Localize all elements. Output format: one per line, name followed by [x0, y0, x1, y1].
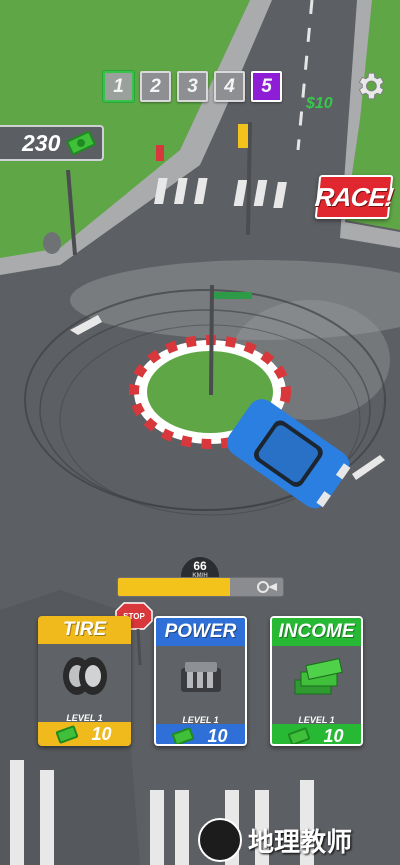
- level-1-button[interactable]: 1: [103, 71, 134, 102]
- level-selector: 1 2 3 4 5: [103, 71, 282, 102]
- power-card-header: POWER: [156, 618, 245, 646]
- cash-icon: [66, 130, 97, 156]
- watermark: 地理教师: [198, 818, 352, 862]
- engine-icon: [180, 662, 221, 692]
- speed-bar-fill: [118, 578, 231, 596]
- globe-logo-icon: [198, 818, 242, 862]
- speed-bar: [117, 577, 284, 597]
- speedometer-icon: [257, 581, 277, 593]
- trash-can: [43, 232, 61, 254]
- power-card-cost: 10: [156, 724, 245, 746]
- income-card-level: LEVEL 1: [272, 710, 361, 725]
- power-card-title: POWER: [164, 621, 237, 642]
- money-amount: 230: [22, 129, 61, 156]
- cash-icon: [55, 724, 80, 744]
- fire-hydrant: [156, 145, 164, 161]
- tire-upgrade-card[interactable]: TIRE LEVEL 1 10: [38, 616, 131, 746]
- income-level-label: LEVEL 1: [298, 715, 335, 725]
- traffic-pole: [246, 121, 252, 236]
- tire-icon: [62, 657, 107, 695]
- income-card-image: [272, 646, 361, 710]
- level-5-button[interactable]: 5: [251, 71, 282, 102]
- power-card-image: [156, 646, 245, 710]
- income-cost-value: 10: [323, 725, 344, 746]
- power-cost-value: 10: [207, 725, 228, 746]
- stop-sign-pole: [136, 628, 142, 666]
- watermark-text: 地理教师: [248, 827, 353, 858]
- floating-money: $10: [305, 95, 333, 112]
- tire-card-title: TIRE: [62, 619, 107, 640]
- speed-value: 66: [193, 559, 207, 573]
- level-3-button[interactable]: 3: [177, 71, 208, 102]
- income-card-title: INCOME: [278, 621, 355, 642]
- level-4-button[interactable]: 4: [214, 71, 245, 102]
- tire-card-header: TIRE: [38, 616, 131, 644]
- income-upgrade-card[interactable]: INCOME LEVEL 1 10: [270, 616, 363, 746]
- tire-card-cost: 10: [38, 722, 131, 746]
- income-card-header: INCOME: [272, 618, 361, 646]
- tire-card-level: LEVEL 1: [38, 708, 131, 723]
- gear-icon[interactable]: [353, 69, 387, 103]
- race-button[interactable]: RACE!: [313, 175, 395, 219]
- level-2-button[interactable]: 2: [140, 71, 171, 102]
- income-card-cost: 10: [272, 724, 361, 746]
- power-level-label: LEVEL 1: [182, 715, 219, 725]
- tire-level-label: LEVEL 1: [66, 713, 103, 723]
- power-upgrade-card[interactable]: POWER LEVEL 1 10: [154, 616, 247, 746]
- race-button-label: RACE!: [313, 181, 395, 212]
- tire-card-image: [38, 644, 131, 708]
- tire-cost-value: 10: [91, 723, 112, 744]
- money-counter: 230: [0, 125, 104, 161]
- power-card-level: LEVEL 1: [156, 710, 245, 725]
- money-stack-icon: [294, 658, 343, 695]
- sign-pole: [209, 284, 214, 396]
- street-sign: [214, 292, 252, 299]
- cash-icon: [171, 726, 196, 744]
- traffic-light: [238, 124, 248, 148]
- cash-icon: [287, 726, 312, 744]
